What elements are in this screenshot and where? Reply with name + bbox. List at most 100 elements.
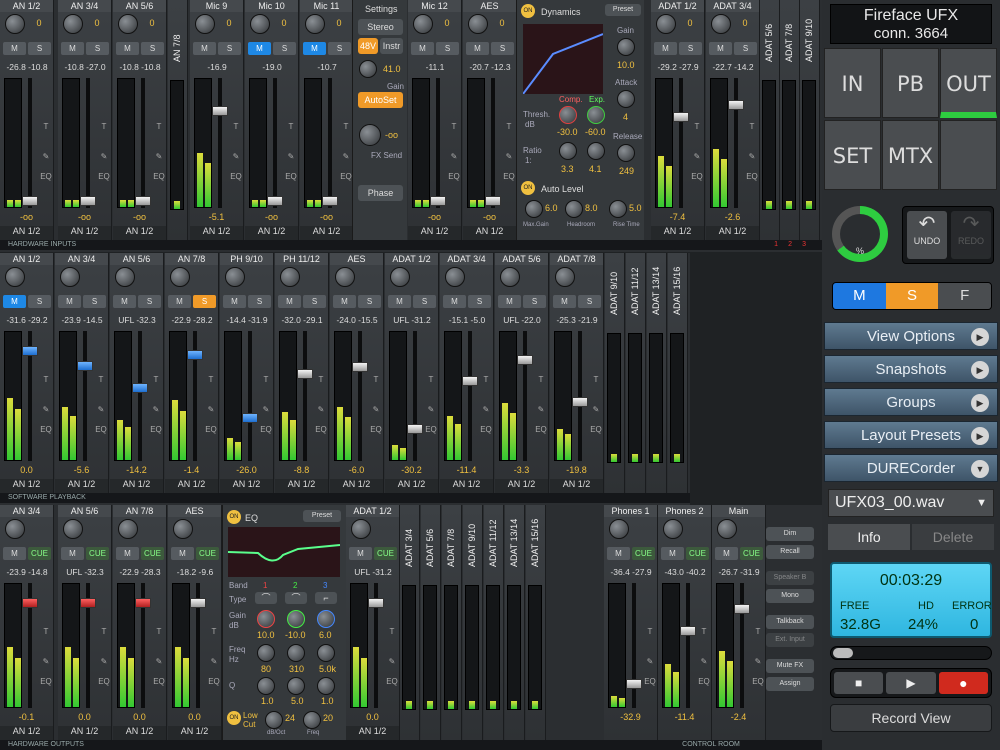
- narrow-channel-strip[interactable]: ADAT 3/4: [400, 505, 420, 740]
- output-routing-label[interactable]: AN 1/2: [0, 226, 53, 240]
- gain-knob[interactable]: [115, 267, 135, 287]
- volume-fader[interactable]: [734, 604, 750, 614]
- phase-icon[interactable]: T: [340, 122, 352, 131]
- volume-fader[interactable]: [242, 413, 258, 423]
- band-2-freq-knob[interactable]: [287, 644, 305, 662]
- band-3-type-button[interactable]: ⌐: [315, 592, 337, 604]
- mute-button[interactable]: M: [466, 42, 489, 55]
- output-routing-label[interactable]: AN 1/2: [330, 479, 383, 493]
- gain-knob[interactable]: [250, 14, 270, 34]
- band-1-gain-knob[interactable]: [257, 610, 275, 628]
- mute-button[interactable]: M: [498, 295, 521, 308]
- gain-knob[interactable]: [63, 519, 83, 539]
- phase-icon[interactable]: T: [230, 122, 242, 131]
- stop-button[interactable]: ■: [834, 672, 884, 694]
- phase-icon[interactable]: T: [590, 375, 602, 384]
- narrow-channel-strip[interactable]: ADAT 11/12: [626, 253, 646, 493]
- play-button[interactable]: ▶: [886, 672, 936, 694]
- settings-wrench-icon[interactable]: ✎: [260, 405, 272, 414]
- mute-button[interactable]: M: [303, 42, 326, 55]
- phase-icon[interactable]: T: [746, 122, 758, 131]
- gain-knob[interactable]: [609, 519, 629, 539]
- output-routing-label[interactable]: AN 1/2: [440, 479, 493, 493]
- volume-fader[interactable]: [407, 424, 423, 434]
- gain-knob[interactable]: [359, 60, 377, 78]
- phase-icon[interactable]: T: [40, 122, 52, 131]
- file-select[interactable]: UFX03_00.wav ▼: [828, 489, 994, 517]
- volume-fader[interactable]: [728, 100, 744, 110]
- mute-button[interactable]: M: [61, 42, 84, 55]
- exp-ratio-knob[interactable]: [587, 142, 605, 160]
- dynamics-preset-select[interactable]: Preset: [605, 4, 641, 16]
- fx-send-knob[interactable]: [359, 124, 381, 146]
- mute-button[interactable]: M: [58, 295, 81, 308]
- speaker-b-button[interactable]: Speaker B: [766, 571, 814, 585]
- phase-icon[interactable]: T: [98, 122, 110, 131]
- output-routing-label[interactable]: AN 1/2: [0, 479, 53, 493]
- settings-wrench-icon[interactable]: ✎: [95, 405, 107, 414]
- output-routing-label[interactable]: AN 1/2: [346, 726, 399, 740]
- mute-button[interactable]: M: [3, 42, 26, 55]
- position-slider-thumb[interactable]: [833, 648, 853, 658]
- volume-fader[interactable]: [77, 361, 93, 371]
- cue-button[interactable]: CUE: [141, 547, 164, 560]
- mute-button[interactable]: M: [443, 295, 466, 308]
- info-button[interactable]: Info: [828, 524, 910, 550]
- narrow-channel-strip[interactable]: ADAT 11/12: [484, 505, 504, 740]
- recall-button[interactable]: Recall: [766, 545, 814, 559]
- settings-wrench-icon[interactable]: ✎: [205, 405, 217, 414]
- comp-ratio-knob[interactable]: [559, 142, 577, 160]
- record-button[interactable]: ●: [938, 672, 988, 694]
- settings-wrench-icon[interactable]: ✎: [370, 405, 382, 414]
- solo-button[interactable]: S: [141, 42, 164, 55]
- page-1-button[interactable]: 1: [774, 240, 778, 250]
- output-routing-label[interactable]: AN 1/2: [408, 226, 461, 240]
- solo-button[interactable]: S: [436, 42, 459, 55]
- position-slider[interactable]: [830, 646, 992, 660]
- band-1-q-knob[interactable]: [257, 677, 275, 695]
- headroom-knob[interactable]: [565, 200, 583, 218]
- eq-button[interactable]: EQ: [644, 677, 656, 686]
- cue-button[interactable]: CUE: [196, 547, 219, 560]
- solo-button[interactable]: S: [679, 42, 702, 55]
- output-routing-label[interactable]: AN 1/2: [168, 726, 221, 740]
- phase-icon[interactable]: T: [386, 627, 398, 636]
- eq-button[interactable]: EQ: [448, 172, 460, 181]
- release-knob[interactable]: [617, 144, 635, 162]
- eq-on-button[interactable]: ON: [227, 510, 241, 524]
- settings-wrench-icon[interactable]: ✎: [150, 405, 162, 414]
- solo-button[interactable]: S: [86, 42, 109, 55]
- gain-knob[interactable]: [5, 267, 25, 287]
- phase-icon[interactable]: T: [644, 627, 656, 636]
- eq-button[interactable]: EQ: [752, 677, 764, 686]
- settings-wrench-icon[interactable]: ✎: [644, 657, 656, 666]
- narrow-channel-strip[interactable]: ADAT 15/16: [668, 253, 688, 493]
- volume-fader[interactable]: [485, 196, 501, 206]
- mute-button[interactable]: M: [193, 42, 216, 55]
- gain-knob[interactable]: [305, 14, 325, 34]
- narrow-channel-strip[interactable]: ADAT 15/16: [526, 505, 546, 740]
- mute-button[interactable]: M: [113, 295, 136, 308]
- eq-button[interactable]: EQ: [698, 677, 710, 686]
- matrix-mtx-button[interactable]: MTX: [882, 120, 939, 190]
- mute-button[interactable]: M: [116, 42, 139, 55]
- phase-button[interactable]: Phase: [358, 185, 403, 201]
- mute-button[interactable]: M: [168, 295, 191, 308]
- volume-fader[interactable]: [673, 112, 689, 122]
- autoset-button[interactable]: AutoSet: [358, 92, 403, 108]
- mute-button[interactable]: M: [709, 42, 732, 55]
- 48v-button[interactable]: 48V: [358, 38, 378, 54]
- mute-button[interactable]: M: [278, 295, 301, 308]
- gain-knob[interactable]: [118, 519, 138, 539]
- eq-button[interactable]: EQ: [208, 677, 220, 686]
- mute-button[interactable]: M: [333, 295, 356, 308]
- gain-knob[interactable]: [173, 519, 193, 539]
- settings-wrench-icon[interactable]: ✎: [590, 405, 602, 414]
- eq-button[interactable]: EQ: [315, 425, 327, 434]
- settings-wrench-icon[interactable]: ✎: [698, 657, 710, 666]
- eq-button[interactable]: EQ: [480, 425, 492, 434]
- eq-button[interactable]: EQ: [260, 425, 272, 434]
- settings-wrench-icon[interactable]: ✎: [153, 152, 165, 161]
- output-routing-label[interactable]: AN 1/2: [58, 226, 111, 240]
- exp-thresh-knob[interactable]: [587, 106, 605, 124]
